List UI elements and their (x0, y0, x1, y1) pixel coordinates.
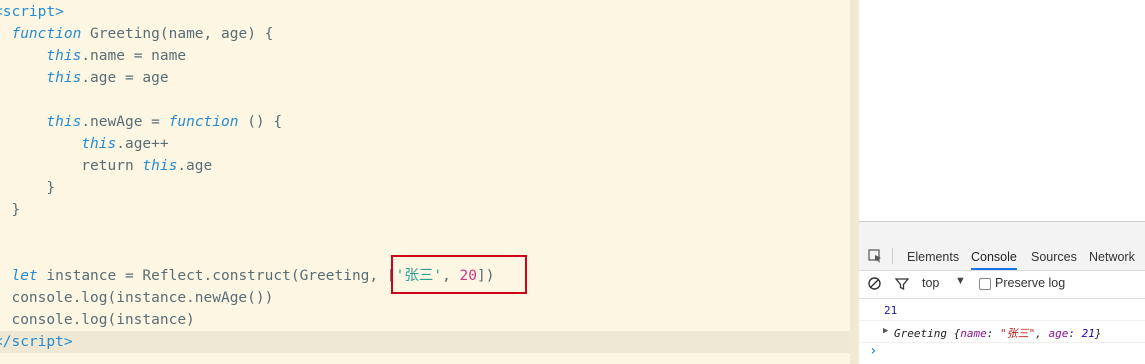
object-value: 21 (1081, 327, 1095, 340)
preserve-log-checkbox[interactable] (979, 278, 991, 290)
object-value: "张三" (999, 327, 1036, 340)
code-line[interactable]: this.newAge = function () { (0, 111, 288, 133)
tab-network[interactable]: Network (1089, 246, 1135, 270)
code-token: .age (177, 158, 213, 174)
code-token: </ (0, 334, 12, 350)
console-toolbar: top ▼ Preserve log (859, 270, 1145, 299)
tab-elements[interactable]: Elements (907, 246, 959, 270)
panel-divider[interactable] (850, 0, 859, 364)
code-token: script (11, 334, 64, 350)
code-line[interactable]: this.age++ (0, 133, 175, 155)
code-token: this (46, 48, 82, 64)
code-token: instance = Reflect.construct(Greeting, [ (37, 268, 396, 284)
code-token: } (11, 202, 21, 218)
code-token: this (81, 136, 117, 152)
preserve-log-label: Preserve log (995, 276, 1066, 290)
code-token: } (0, 180, 56, 196)
object-class-name: Greeting (894, 327, 947, 340)
code-line[interactable]: } (0, 177, 61, 199)
tab-sources[interactable]: Sources (1031, 246, 1077, 270)
code-token: console.log(instance.newAge()) (0, 290, 274, 306)
code-line[interactable]: console.log(instance) (0, 309, 201, 331)
chevron-down-icon[interactable]: ▼ (955, 275, 966, 287)
expand-triangle-icon[interactable]: ▶ (883, 326, 888, 336)
code-line[interactable]: this.name = name (0, 45, 192, 67)
code-token: () { (238, 114, 283, 130)
toolbar-separator (892, 248, 893, 264)
code-token: Greeting (90, 26, 160, 42)
code-token: script (2, 4, 56, 20)
code-token: console.log(instance) (0, 312, 195, 328)
object-key: name (960, 327, 987, 340)
log-number: 21 (884, 304, 898, 317)
code-token: > (63, 334, 73, 350)
highlight-box (391, 255, 527, 294)
code-token: > (55, 4, 64, 20)
context-selector[interactable]: top (922, 276, 939, 290)
code-token: this (142, 158, 178, 174)
code-token: (name, age) { (159, 26, 274, 42)
console-message: 21 (859, 300, 1145, 321)
code-token: this (46, 114, 82, 130)
devtools-tabbar: Elements Console Sources Network (859, 221, 1145, 271)
code-token: function (168, 114, 239, 130)
code-line[interactable]: } (0, 199, 26, 221)
code-token: let (11, 268, 38, 284)
code-token: function (11, 26, 82, 42)
object-preview[interactable]: Greeting {name: "张三", age: 21} (894, 325, 1101, 341)
tab-console[interactable]: Console (971, 246, 1017, 270)
filter-icon[interactable] (895, 277, 909, 291)
code-line[interactable]: this.age = age (0, 67, 175, 89)
code-token: return (0, 158, 143, 174)
inspect-element-icon[interactable] (868, 249, 882, 263)
code-line[interactable]: </script> (0, 331, 850, 353)
console-prompt-icon[interactable]: › (869, 343, 877, 359)
code-token: .name = name (81, 48, 187, 64)
code-token: this (46, 70, 82, 86)
code-editor[interactable]: <script> function Greeting(name, age) { … (0, 0, 850, 364)
code-line[interactable]: function Greeting(name, age) { (0, 23, 279, 45)
code-token: .newAge = (81, 114, 169, 130)
clear-console-icon[interactable] (868, 277, 881, 290)
object-key: age (1048, 327, 1069, 340)
devtools-panel: Elements Console Sources Network top ▼ P… (859, 0, 1145, 364)
code-token: .age++ (116, 136, 169, 152)
console-message[interactable]: ▶ Greeting {name: "张三", age: 21} (859, 321, 1145, 343)
code-line[interactable]: <script> (0, 1, 70, 23)
code-line[interactable]: return this.age (0, 155, 218, 177)
code-line[interactable]: console.log(instance.newAge()) (0, 287, 279, 309)
code-token: .age = age (81, 70, 169, 86)
